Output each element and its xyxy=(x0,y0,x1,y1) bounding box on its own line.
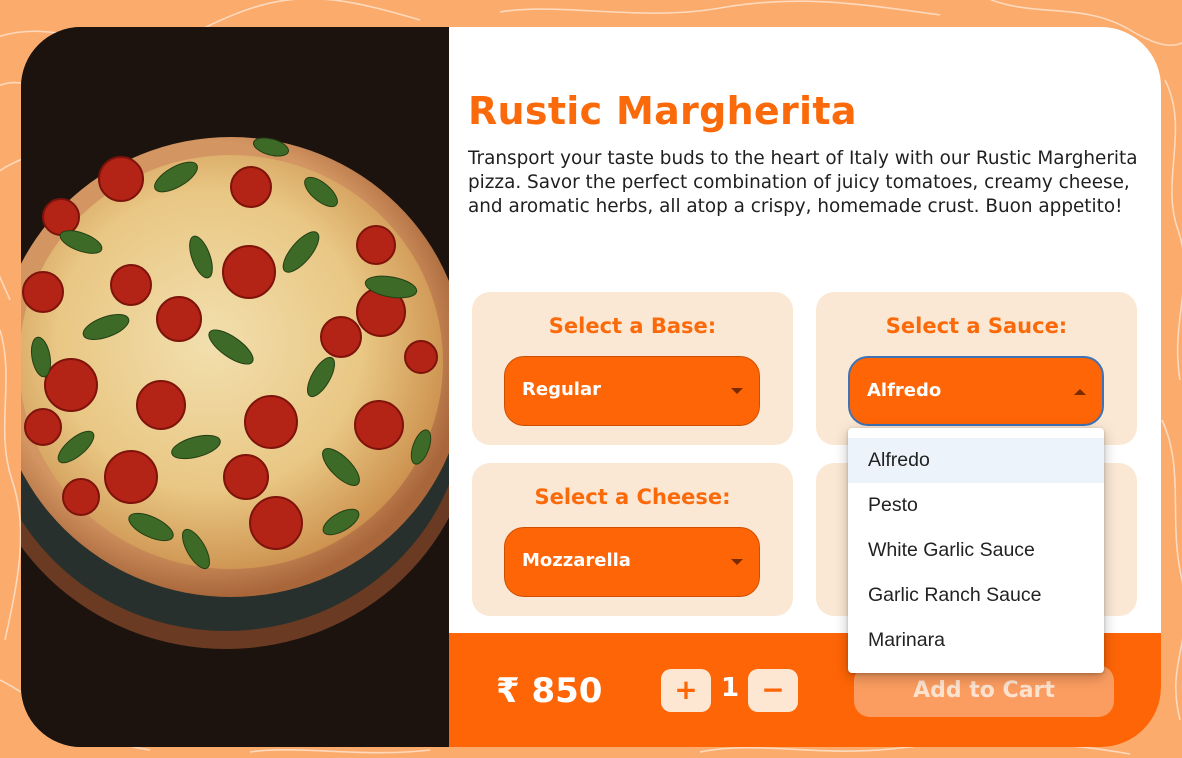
caret-up-icon xyxy=(1074,389,1086,395)
price: ₹ 850 xyxy=(496,671,603,711)
product-title: Rustic Margherita xyxy=(468,89,857,133)
cheese-option-card: Select a Cheese: Mozzarella xyxy=(472,463,793,616)
quantity-value: 1 xyxy=(721,673,740,703)
cheese-select[interactable]: Mozzarella xyxy=(504,527,760,597)
sauce-option-marinara[interactable]: Marinara xyxy=(848,618,1104,663)
sauce-option-garlic-ranch[interactable]: Garlic Ranch Sauce xyxy=(848,573,1104,618)
base-option-card: Select a Base: Regular xyxy=(472,292,793,445)
increase-quantity-button[interactable]: + xyxy=(661,669,711,712)
cheese-label: Select a Cheese: xyxy=(534,485,731,509)
base-label: Select a Base: xyxy=(548,314,717,338)
sauce-option-alfredo[interactable]: Alfredo xyxy=(848,438,1104,483)
caret-down-icon xyxy=(731,388,743,394)
pizza-photo xyxy=(21,27,449,747)
sauce-dropdown-menu: Alfredo Pesto White Garlic Sauce Garlic … xyxy=(848,428,1104,673)
sauce-select-value: Alfredo xyxy=(867,380,942,401)
sauce-label: Select a Sauce: xyxy=(885,314,1068,338)
sauce-option-pesto[interactable]: Pesto xyxy=(848,483,1104,528)
sauce-select[interactable]: Alfredo xyxy=(848,356,1104,426)
product-description: Transport your taste buds to the heart o… xyxy=(468,148,1138,217)
base-select[interactable]: Regular xyxy=(504,356,760,426)
cheese-select-value: Mozzarella xyxy=(522,550,631,571)
caret-down-icon xyxy=(731,559,743,565)
sauce-option-white-garlic[interactable]: White Garlic Sauce xyxy=(848,528,1104,573)
sauce-option-card: Select a Sauce: Alfredo xyxy=(816,292,1137,445)
decrease-quantity-button[interactable]: − xyxy=(748,669,798,712)
base-select-value: Regular xyxy=(522,379,601,400)
